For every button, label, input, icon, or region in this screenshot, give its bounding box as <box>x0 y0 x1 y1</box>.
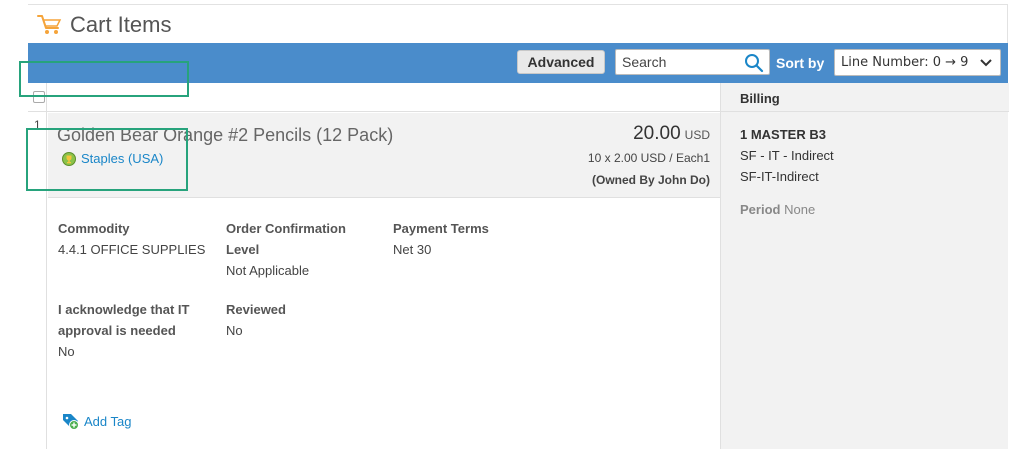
billing-period: Period None <box>740 202 815 217</box>
it-approval-field: I acknowledge that IT approval is needed… <box>58 299 189 362</box>
billing-panel: Billing 1 MASTER B3 SF - IT - Indirect S… <box>720 83 1009 449</box>
sort-select[interactable]: Line Number: 0 → 9 <box>834 49 1001 76</box>
price-detail: 10 x 2.00 USD / Each1 <box>587 151 710 165</box>
period-label: Period <box>740 202 781 217</box>
add-tag-label[interactable]: Add Tag <box>84 414 131 429</box>
commodity-label: Commodity <box>58 221 130 236</box>
line-price: 20.00 USD <box>633 123 710 145</box>
sort-by-label: Sort by <box>776 55 825 71</box>
reviewed-label: Reviewed <box>226 302 286 317</box>
it-approval-label-2: approval is needed <box>58 323 176 338</box>
it-approval-value: No <box>58 344 75 359</box>
page-right-divider <box>1007 4 1008 44</box>
section-title: Cart Items <box>36 10 171 40</box>
price-amount: 20.00 <box>633 123 681 144</box>
sort-select-value: Line Number: 0 → 9 <box>841 55 969 70</box>
order-confirmation-value: Not Applicable <box>226 263 310 278</box>
order-confirmation-label-1: Order Confirmation <box>226 221 346 236</box>
advanced-button[interactable]: Advanced <box>517 50 605 74</box>
period-value: None <box>784 202 816 217</box>
add-tag-link[interactable]: Add Tag <box>61 411 131 431</box>
billing-line-2: SF - IT - Indirect <box>740 148 834 163</box>
billing-line-3: SF-IT-Indirect <box>740 169 819 184</box>
order-confirmation-field: Order Confirmation Level Not Applicable <box>226 218 346 281</box>
it-approval-label-1: I acknowledge that IT <box>58 302 190 317</box>
payment-terms-value: Net 30 <box>393 242 432 257</box>
billing-details: 1 MASTER B3 SF - IT - Indirect SF-IT-Ind… <box>740 124 834 187</box>
search-box[interactable] <box>615 49 770 75</box>
tag-add-icon <box>63 414 79 430</box>
billing-header: Billing <box>721 83 1009 112</box>
search-input[interactable] <box>622 50 742 74</box>
page-top-divider <box>28 4 1008 5</box>
owned-by: (Owned By John Do) <box>592 173 710 187</box>
cart-icon <box>37 15 62 34</box>
price-currency: USD <box>684 128 710 142</box>
reviewed-value: No <box>226 323 243 338</box>
commodity-field: Commodity 4.4.1 OFFICE SUPPLIES <box>58 218 205 260</box>
supplier-highlight-box <box>19 61 189 97</box>
billing-header-text: Billing <box>740 91 780 106</box>
search-icon[interactable] <box>744 53 764 73</box>
payment-terms-label: Payment Terms <box>393 221 489 236</box>
billing-line-1: 1 MASTER B3 <box>740 127 826 142</box>
reviewed-field: Reviewed No <box>226 299 286 341</box>
order-confirmation-label-2: Level <box>226 242 260 257</box>
chevron-down-icon <box>980 59 992 67</box>
commodity-highlight-box <box>26 128 188 191</box>
payment-terms-field: Payment Terms Net 30 <box>393 218 489 260</box>
commodity-value: 4.4.1 OFFICE SUPPLIES <box>58 242 206 257</box>
section-title-text: Cart Items <box>70 12 172 37</box>
